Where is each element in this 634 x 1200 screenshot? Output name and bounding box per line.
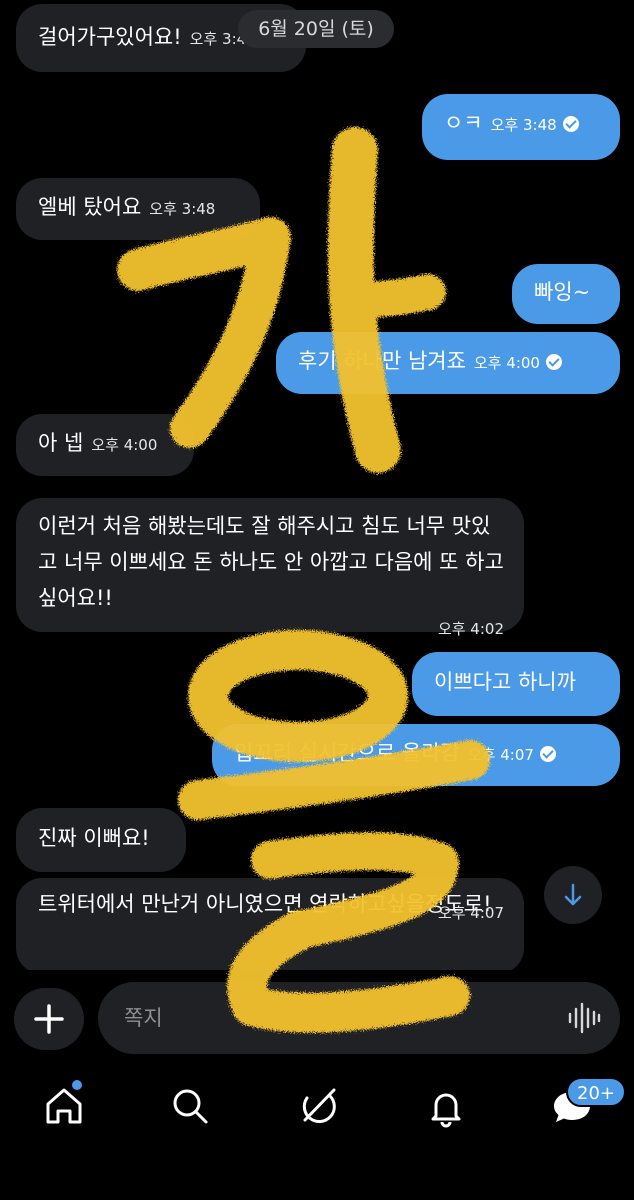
messages-badge: 20+ bbox=[566, 1077, 626, 1107]
nav-home[interactable] bbox=[36, 1078, 92, 1134]
message-text: ㅇㅋ bbox=[444, 111, 483, 135]
message-bubble-outgoing[interactable]: 빠잉~ bbox=[512, 264, 620, 324]
message-bubble-incoming[interactable]: 아 넵 오후 4:00 bbox=[16, 414, 194, 476]
message-text: 입꼬리 실시간으로 올라감 bbox=[234, 741, 460, 765]
message-bubble-outgoing[interactable]: 후기 하나만 남겨죠 오후 4:00 bbox=[276, 332, 620, 394]
message-bubble-outgoing[interactable]: 입꼬리 실시간으로 올라감 오후 4:07 bbox=[212, 724, 620, 786]
nav-grok[interactable] bbox=[290, 1078, 346, 1134]
home-notification-dot bbox=[72, 1080, 82, 1090]
bell-icon bbox=[431, 1093, 461, 1128]
nav-search[interactable] bbox=[162, 1078, 218, 1134]
read-check-icon bbox=[562, 116, 579, 132]
message-text: 후기 하나만 남겨죠 bbox=[298, 349, 466, 373]
message-text: 아 넵 bbox=[38, 431, 84, 455]
message-text: 빠잉~ bbox=[534, 280, 591, 304]
message-bubble-incoming[interactable]: 트위터에서 만난거 아니였으면 연락하고싶을정도로! 오후 4:07 bbox=[16, 878, 524, 974]
message-time: 오후 4:02 bbox=[437, 620, 504, 638]
search-icon bbox=[173, 1089, 208, 1124]
message-text: 이런거 처음 해봤는데도 잘 해주시고 침도 너무 맛있고 너무 이쁘세요 돈 … bbox=[38, 514, 504, 610]
message-text: 이쁘다고 하니까 bbox=[434, 670, 576, 694]
message-input[interactable]: 쪽지 bbox=[98, 982, 620, 1054]
message-time: 오후 4:07 bbox=[467, 746, 534, 764]
read-check-icon bbox=[545, 354, 562, 370]
message-text: 엘베 탔어요 bbox=[38, 195, 142, 219]
add-attachment-button[interactable] bbox=[14, 988, 84, 1050]
voice-waveform-icon[interactable] bbox=[566, 1002, 602, 1034]
message-input-placeholder: 쪽지 bbox=[124, 1006, 163, 1030]
message-time: 오후 4:00 bbox=[473, 354, 540, 372]
message-bubble-incoming[interactable]: 엘베 탔어요 오후 3:48 bbox=[16, 178, 260, 240]
date-divider: 6월 20일 (토) bbox=[238, 10, 394, 48]
message-bubble-outgoing[interactable]: ㅇㅋ 오후 3:48 bbox=[422, 94, 620, 160]
home-icon bbox=[46, 1088, 82, 1124]
message-time: 오후 4:00 bbox=[91, 436, 158, 454]
message-bubble-outgoing[interactable]: 이쁘다고 하니까 bbox=[412, 652, 620, 716]
grok-icon bbox=[302, 1088, 336, 1123]
message-bubble-incoming[interactable]: 이런거 처음 해봤는데도 잘 해주시고 침도 너무 맛있고 너무 이쁘세요 돈 … bbox=[16, 498, 524, 638]
scroll-to-bottom-button[interactable] bbox=[544, 866, 602, 924]
message-text: 걸어가구있어요! bbox=[38, 25, 182, 49]
message-time: 오후 3:48 bbox=[490, 116, 557, 134]
plus-icon bbox=[34, 1004, 64, 1034]
nav-notifications[interactable] bbox=[418, 1078, 474, 1134]
chat-screen: 걸어가구있어요! 오후 3:46 6월 20일 (토) ㅇㅋ 오후 3:48 엘베 … bbox=[0, 0, 634, 1200]
message-time: 오후 3:48 bbox=[149, 200, 216, 218]
read-check-icon bbox=[539, 746, 556, 762]
message-text: 진짜 이뻐요! bbox=[38, 826, 150, 850]
message-time: 오후 4:07 bbox=[437, 904, 504, 922]
message-bubble-incoming[interactable]: 진짜 이뻐요! bbox=[16, 808, 186, 872]
arrow-down-icon bbox=[564, 883, 582, 906]
